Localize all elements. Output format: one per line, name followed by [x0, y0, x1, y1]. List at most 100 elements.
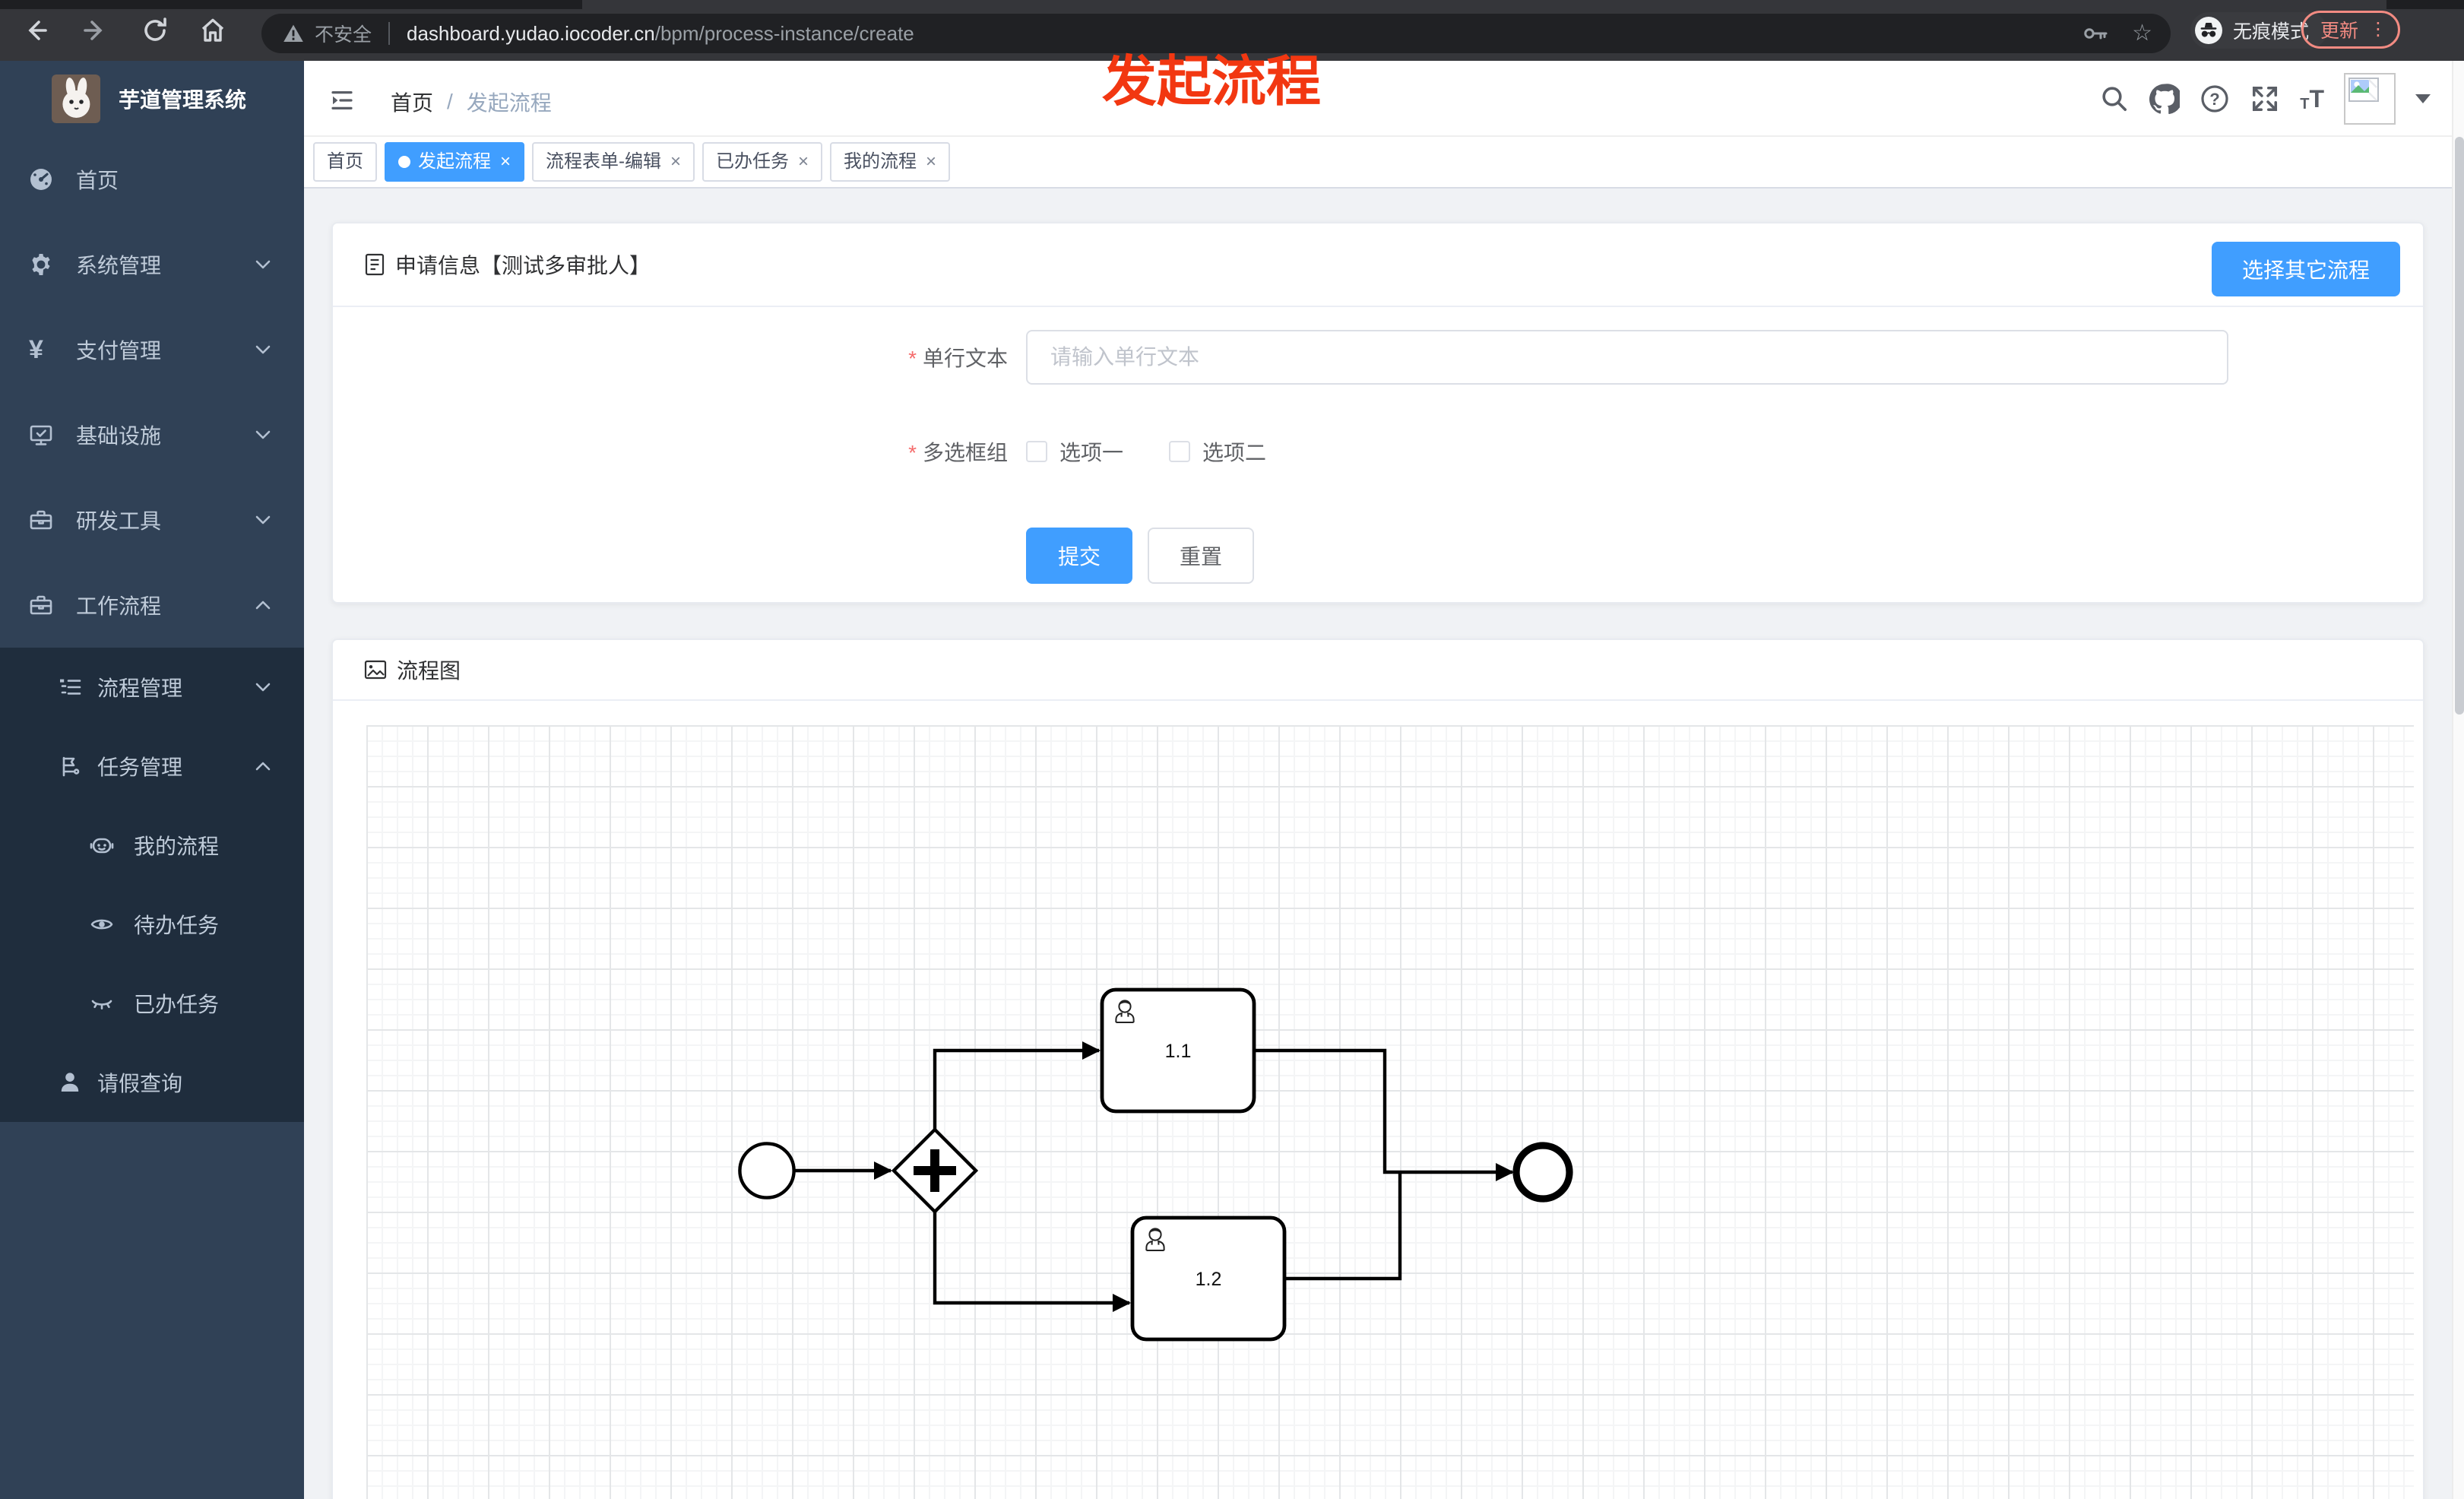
tag-close-icon[interactable]: ×	[500, 153, 511, 171]
tag-close-icon[interactable]: ×	[670, 153, 681, 171]
task-flag-icon	[62, 756, 80, 777]
apply-info-card: 申请信息【测试多审批人】 选择其它流程 *单行文本 *多选框组 选项一 选项二	[331, 222, 2424, 604]
sidebar-item-process-management[interactable]: 流程管理	[0, 648, 304, 727]
avatar-caret-icon[interactable]	[2415, 94, 2431, 103]
reset-button[interactable]: 重置	[1148, 528, 1255, 584]
sidebar-item-system[interactable]: 系统管理	[0, 222, 304, 307]
sidebar-item-todo-tasks[interactable]: 待办任务	[0, 885, 304, 964]
required-asterisk: *	[908, 347, 917, 370]
checkbox-option2-label[interactable]: 选项二	[1202, 436, 1266, 467]
tag-label: 首页	[327, 151, 363, 172]
sidebar-item-label: 流程管理	[97, 677, 183, 700]
scrollbar-thumb[interactable]	[2455, 137, 2464, 715]
checkbox-group-label: * 多选框组	[908, 441, 1008, 464]
eye-icon	[90, 919, 113, 930]
sidebar-item-label: 支付管理	[76, 339, 162, 363]
fullscreen-icon[interactable]	[2250, 84, 2280, 114]
url-path: /bpm/process-instance/create	[654, 21, 914, 45]
user-task-2-label: 1.2	[1196, 1269, 1222, 1290]
diagram-card-header: 流程图	[333, 640, 2423, 701]
password-key-icon[interactable]	[2082, 20, 2109, 47]
process-diagram-card: 流程图 1.1 1.2	[331, 639, 2424, 1499]
dashboard-icon	[30, 169, 52, 190]
browser-update-button[interactable]: 更新 ⋮	[2301, 11, 2401, 49]
diagram-card-title: 流程图	[397, 659, 461, 683]
breadcrumb-separator: /	[447, 90, 453, 113]
sidebar-item-label: 基础设施	[76, 424, 162, 448]
tag-my-process[interactable]: 我的流程 ×	[830, 142, 951, 182]
tag-done-tasks[interactable]: 已办任务 ×	[702, 142, 823, 182]
single-line-input[interactable]	[1026, 330, 2228, 385]
browser-home-icon[interactable]	[198, 15, 228, 46]
tag-process-form-edit[interactable]: 流程表单-编辑 ×	[532, 142, 695, 182]
window-top-strip	[0, 0, 2464, 9]
sidebar-item-home[interactable]: 首页	[0, 137, 304, 222]
briefcase-icon	[30, 595, 52, 615]
sidebar-item-payment[interactable]: ¥ 支付管理	[0, 307, 304, 392]
breadcrumb: 首页 / 发起流程	[391, 87, 552, 117]
annotation-text: 发起流程	[1102, 52, 1322, 113]
sidebar-item-leave-query[interactable]: 请假查询	[0, 1043, 304, 1122]
help-icon[interactable]: ?	[2200, 84, 2230, 114]
breadcrumb-home[interactable]: 首页	[391, 87, 433, 117]
flow-gateway-to-task2[interactable]	[933, 1212, 1131, 1312]
bpmn-canvas[interactable]: 1.1 1.2	[366, 725, 2414, 1499]
sidebar-item-label: 待办任务	[134, 914, 220, 937]
tag-launch-process[interactable]: 发起流程 ×	[385, 142, 525, 182]
incognito-icon	[2195, 17, 2222, 44]
checkbox-option1[interactable]	[1026, 441, 1047, 462]
eye-closed-icon	[91, 1000, 112, 1009]
page-scrollbar[interactable]	[2452, 61, 2464, 1499]
incognito-label: 无痕模式	[2233, 21, 2310, 43]
address-bar[interactable]: 不安全 dashboard.yudao.iocoder.cn/bpm/proce…	[261, 14, 2171, 53]
start-event-node[interactable]	[738, 1142, 796, 1200]
single-line-label: * 单行文本	[908, 347, 1008, 370]
breadcrumb-current: 发起流程	[466, 91, 552, 115]
sidebar-item-dev-tools[interactable]: 研发工具	[0, 477, 304, 563]
form-row-single-line: * 单行文本	[333, 330, 2423, 385]
flow-gateway-to-task1[interactable]	[933, 1041, 1101, 1130]
sidebar-item-task-management[interactable]: 任务管理	[0, 727, 304, 806]
sidebar-item-my-process[interactable]: 我的流程	[0, 806, 304, 885]
sidebar-item-label: 已办任务	[134, 993, 220, 1016]
bookmark-star-icon[interactable]: ☆	[2132, 22, 2152, 45]
bpmn-diagram: 1.1 1.2	[738, 987, 1573, 1342]
chevron-down-icon	[255, 430, 271, 439]
browser-back-icon[interactable]	[21, 15, 52, 46]
sidebar-item-workflow[interactable]: 工作流程	[0, 563, 304, 648]
flow-task2-to-end[interactable]	[1284, 1174, 1402, 1281]
browser-reload-icon[interactable]	[140, 15, 170, 46]
font-size-icon[interactable]: TT	[2300, 85, 2324, 113]
sidebar-item-label: 首页	[76, 169, 119, 192]
sidebar-item-label: 工作流程	[76, 594, 162, 618]
active-dot	[398, 156, 410, 168]
browser-menu-dots-icon[interactable]: ⋮	[2369, 21, 2387, 39]
flow-task1-to-end[interactable]	[1254, 1048, 1514, 1181]
sidebar-item-done-tasks[interactable]: 已办任务	[0, 964, 304, 1043]
sidebar-logo-row[interactable]: 芋道管理系统	[0, 61, 304, 137]
submit-button[interactable]: 提交	[1026, 528, 1133, 584]
tag-close-icon[interactable]: ×	[798, 153, 809, 171]
tag-home[interactable]: 首页	[313, 142, 377, 182]
tag-label: 流程表单-编辑	[546, 151, 662, 172]
github-icon[interactable]	[2149, 84, 2181, 114]
form-document-icon	[363, 252, 386, 277]
checkbox-option2[interactable]	[1169, 441, 1191, 462]
page-root: 不安全 dashboard.yudao.iocoder.cn/bpm/proce…	[0, 0, 2464, 1499]
tag-close-icon[interactable]: ×	[926, 153, 936, 171]
tag-label: 已办任务	[716, 151, 790, 172]
choose-other-process-button[interactable]: 选择其它流程	[2211, 242, 2400, 296]
avatar[interactable]	[2344, 73, 2396, 125]
checkbox-option1-label[interactable]: 选项一	[1059, 436, 1123, 467]
browser-forward-icon[interactable]	[79, 15, 109, 46]
end-event-node[interactable]	[1512, 1142, 1573, 1203]
url-text[interactable]: dashboard.yudao.iocoder.cn/bpm/process-i…	[407, 22, 914, 46]
sidebar-item-label: 系统管理	[76, 254, 162, 277]
not-secure-label[interactable]: 不安全	[315, 20, 372, 47]
sidebar-toggle-icon[interactable]	[330, 88, 354, 113]
svg-text:?: ?	[2210, 90, 2220, 109]
sidebar-item-infrastructure[interactable]: 基础设施	[0, 392, 304, 477]
user-task-1-label: 1.1	[1165, 1041, 1192, 1062]
chevron-up-icon	[255, 601, 271, 610]
search-icon[interactable]	[2099, 84, 2130, 114]
